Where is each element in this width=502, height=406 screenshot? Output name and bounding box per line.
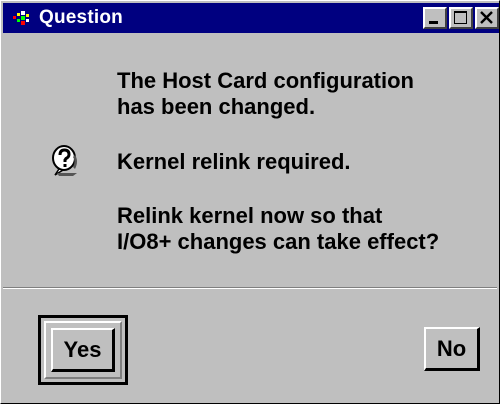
minimize-icon xyxy=(429,21,438,24)
window-title: Question xyxy=(39,7,123,28)
separator xyxy=(3,287,497,289)
message-line-4: Relink kernel now so that xyxy=(117,203,383,228)
no-button[interactable]: No xyxy=(424,327,480,371)
close-button[interactable] xyxy=(475,7,499,29)
question-icon xyxy=(51,145,81,177)
message-line-1: The Host Card configuration xyxy=(117,68,414,93)
yes-button[interactable]: Yes xyxy=(51,328,115,372)
title-buttons xyxy=(423,7,499,29)
close-icon xyxy=(480,11,493,24)
maximize-icon xyxy=(454,11,467,24)
message-line-2: has been changed. xyxy=(117,94,316,119)
title-bar[interactable]: Question xyxy=(3,3,499,33)
app-icon[interactable] xyxy=(13,10,33,26)
message-line-5: I/O8+ changes can take effect? xyxy=(117,229,440,254)
minimize-button[interactable] xyxy=(423,7,447,29)
maximize-button[interactable] xyxy=(449,7,473,29)
question-dialog: Question The Host Card configuration has… xyxy=(0,0,500,404)
message-line-3: Kernel relink required. xyxy=(117,149,351,174)
dialog-content: The Host Card configuration has been cha… xyxy=(1,33,501,273)
